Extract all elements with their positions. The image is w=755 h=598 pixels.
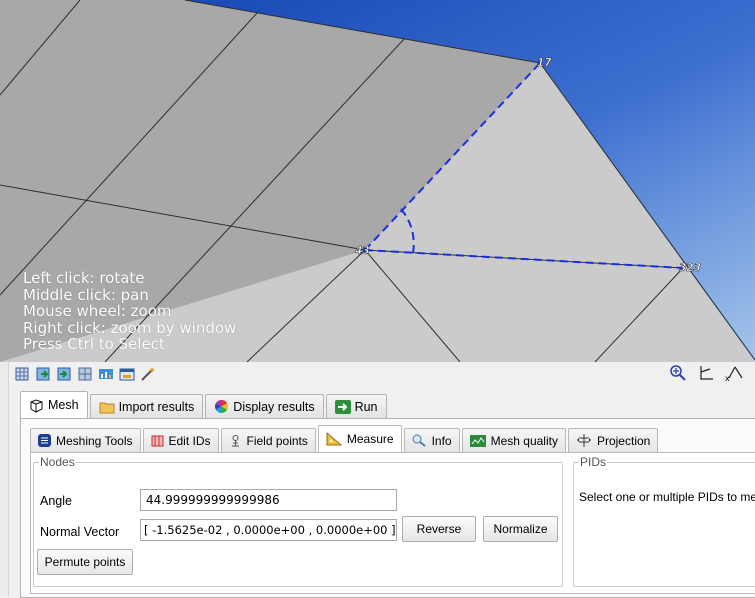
pids-group-title: PIDs: [579, 455, 608, 469]
tab-meshing-tools-label: Meshing Tools: [56, 433, 133, 448]
tab-run[interactable]: Run: [325, 394, 387, 418]
pids-group: PIDs: [573, 455, 755, 587]
cube-icon: [30, 398, 43, 413]
set-square-icon: [326, 432, 342, 446]
normalize-button[interactable]: Normalize: [483, 516, 558, 542]
axis-rotate-icon[interactable]: x: [725, 364, 747, 382]
angle-label: Angle: [40, 494, 72, 508]
help-line: Left click: rotate: [23, 269, 145, 287]
tab-meshing-tools[interactable]: Meshing Tools: [30, 428, 141, 452]
projection-icon: [576, 434, 591, 447]
help-line: Mouse wheel: zoom: [23, 302, 172, 320]
reverse-button[interactable]: Reverse: [402, 516, 476, 542]
tab-mesh-label: Mesh: [48, 398, 79, 412]
tab-display-results-label: Display results: [233, 399, 315, 414]
folder-icon: [99, 402, 115, 413]
control-panel: x Mesh Import results Display results Ru…: [0, 362, 755, 598]
tab-import-results[interactable]: Import results: [89, 394, 204, 418]
node-label-323: 323: [679, 262, 701, 274]
magic-wand-icon[interactable]: [140, 366, 156, 382]
help-line: Right click: zoom by window: [23, 318, 237, 337]
tab-projection-label: Projection: [596, 433, 651, 448]
pids-instruction: Select one or multiple PIDs to measure: [579, 490, 755, 504]
mesh-toolbar: [14, 366, 156, 386]
help-line: Middle click: pan: [23, 285, 149, 304]
axis-view-icon[interactable]: [697, 364, 715, 382]
tab-import-results-label: Import results: [118, 399, 195, 414]
svg-text:x: x: [725, 374, 730, 382]
tab-info[interactable]: Info: [403, 428, 460, 452]
mouse-help-text: Left click: rotate Middle click: pan Mou…: [23, 270, 236, 353]
tab-info-label: Info: [431, 433, 452, 448]
permute-points-button[interactable]: Permute points: [37, 549, 133, 575]
edit-ids-icon: [151, 435, 163, 447]
normal-vector-field[interactable]: [ -1.5625e-02 , 0.0000e+00 , 0.0000e+00 …: [140, 519, 397, 541]
tab-run-label: Run: [354, 399, 378, 414]
main-tab-bar: Mesh Import results Display results Run: [20, 391, 389, 418]
import-icon[interactable]: [35, 366, 51, 382]
tab-measure-label: Measure: [346, 432, 394, 446]
3d-viewport[interactable]: 17 43 323 Left click: rotate Middle clic…: [0, 0, 755, 362]
view-tools: x: [669, 364, 747, 382]
mesh-quality-icon: [469, 434, 486, 447]
tab-edit-ids-label: Edit IDs: [168, 433, 211, 448]
window-icon[interactable]: [119, 366, 135, 382]
dock-handle[interactable]: [0, 362, 9, 597]
node-label-17: 17: [537, 57, 552, 69]
tab-field-points[interactable]: Field points: [220, 428, 316, 452]
tab-mesh-quality-label: Mesh quality: [490, 433, 558, 448]
color-wheel-icon: [215, 400, 229, 413]
tab-field-points-label: Field points: [246, 433, 308, 448]
export-icon[interactable]: [56, 366, 72, 382]
info-magnifier-icon: [412, 434, 426, 447]
angle-field[interactable]: 44.999999999999986: [140, 489, 397, 511]
field-points-icon: [231, 435, 239, 447]
mesh-grid-icon[interactable]: [14, 366, 30, 382]
meshing-icon: [38, 434, 51, 447]
tab-edit-ids[interactable]: Edit IDs: [142, 428, 219, 452]
tab-display-results[interactable]: Display results: [205, 394, 324, 418]
zoom-icon[interactable]: [669, 364, 687, 382]
nodes-group-title: Nodes: [39, 455, 76, 469]
sub-tab-bar: Meshing Tools Edit IDs Field points Meas…: [30, 425, 660, 452]
tab-mesh[interactable]: Mesh: [20, 391, 88, 418]
tab-mesh-quality[interactable]: Mesh quality: [461, 428, 566, 452]
grid-icon[interactable]: [77, 366, 93, 382]
normal-vector-label: Normal Vector: [40, 525, 120, 539]
node-label-43: 43: [354, 245, 370, 257]
help-line: Press Ctrl to Select: [23, 335, 165, 353]
tab-measure[interactable]: Measure: [317, 425, 402, 452]
tab-projection[interactable]: Projection: [567, 428, 659, 452]
run-arrow-icon: [334, 399, 351, 414]
chart-icon[interactable]: [98, 366, 114, 382]
